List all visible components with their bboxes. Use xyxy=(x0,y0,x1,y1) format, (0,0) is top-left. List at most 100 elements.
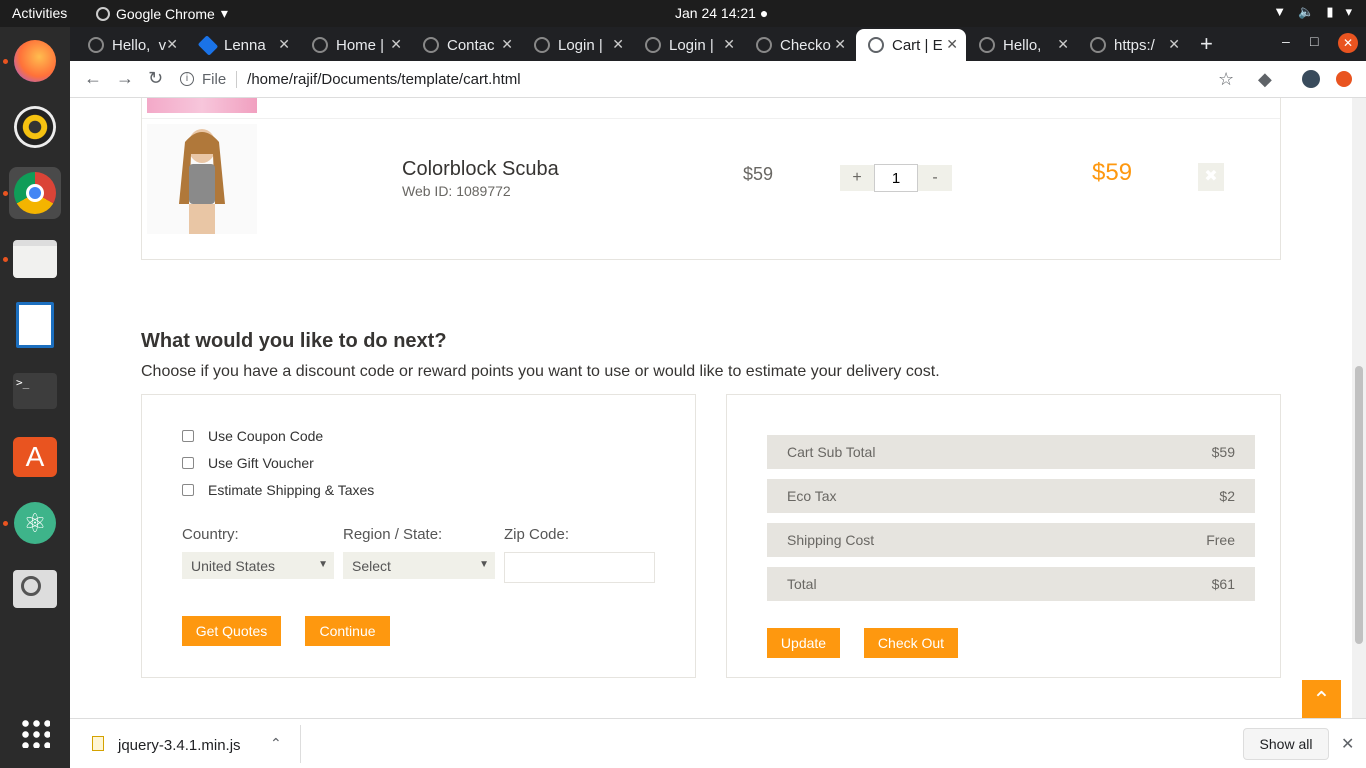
country-label: Country: xyxy=(182,526,239,543)
delete-item-button[interactable]: ✖ xyxy=(1198,163,1224,191)
terminal-launcher[interactable]: >_ xyxy=(9,365,61,417)
quantity-input[interactable] xyxy=(874,164,918,192)
close-icon[interactable]: ✕ xyxy=(1341,734,1354,754)
download-item[interactable]: jquery-3.4.1.min.js xyxy=(118,737,241,754)
extension-icon[interactable]: ◆ xyxy=(1258,69,1272,90)
reload-icon[interactable]: ↻ xyxy=(148,68,163,89)
forward-arrow-icon[interactable]: → xyxy=(116,68,134,89)
tab[interactable]: Hello, ✕ xyxy=(967,29,1077,61)
firefox-launcher[interactable] xyxy=(9,35,61,87)
atom-launcher[interactable]: ⚛ xyxy=(9,497,61,549)
running-indicator xyxy=(3,191,8,196)
quantity-decrease-button[interactable]: - xyxy=(918,165,952,191)
summary-label: Eco Tax xyxy=(787,488,837,504)
tab-label: Hello, v xyxy=(112,36,167,54)
option-label: Estimate Shipping & Taxes xyxy=(208,482,375,498)
get-quotes-button[interactable]: Get Quotes xyxy=(182,616,281,646)
chrome-launcher[interactable] xyxy=(9,167,61,219)
search-app-launcher[interactable] xyxy=(9,563,61,615)
update-icon[interactable] xyxy=(1336,71,1352,87)
close-icon[interactable]: ✕ xyxy=(723,36,735,53)
address-bar[interactable]: i File /home/rajif/Documents/template/ca… xyxy=(180,64,1270,94)
terminal-icon: >_ xyxy=(13,373,57,409)
zip-label: Zip Code: xyxy=(504,526,570,543)
page-scrollbar[interactable] xyxy=(1352,98,1366,718)
bookmark-star-icon[interactable]: ☆ xyxy=(1218,69,1234,90)
summary-label: Cart Sub Total xyxy=(787,444,876,460)
product-name[interactable]: Colorblock Scuba xyxy=(402,158,559,181)
page-viewport: Colorblock Scuba Web ID: 1089772 $59 + -… xyxy=(70,98,1352,718)
close-icon[interactable]: ✕ xyxy=(278,36,290,53)
close-icon[interactable]: ✕ xyxy=(834,36,846,53)
show-all-button[interactable]: Show all xyxy=(1243,728,1329,760)
maximize-icon[interactable]: □ xyxy=(1310,33,1318,49)
gift-voucher-checkbox[interactable] xyxy=(182,457,194,469)
region-select[interactable]: Select ▼ xyxy=(343,552,495,579)
update-button[interactable]: Update xyxy=(767,628,840,658)
tab[interactable]: Lenna ✕ xyxy=(188,29,298,61)
tab-active[interactable]: Cart | E ✕ xyxy=(856,29,966,61)
close-icon[interactable]: ✕ xyxy=(612,36,624,53)
tab-label: Checko xyxy=(780,36,831,54)
shipping-estimate-option[interactable]: Estimate Shipping & Taxes xyxy=(182,482,374,498)
discount-shipping-panel: Use Coupon Code Use Gift Voucher Estimat… xyxy=(141,394,696,678)
gift-voucher-option[interactable]: Use Gift Voucher xyxy=(182,455,314,471)
system-top-bar: Activities Google Chrome ▾ Jan 24 14:21 … xyxy=(0,0,1366,27)
writer-launcher[interactable] xyxy=(9,299,61,351)
show-applications-button[interactable] xyxy=(9,707,61,759)
divider xyxy=(300,725,301,763)
wifi-icon: ▼ xyxy=(1273,4,1287,19)
back-to-top-button[interactable]: ⌃ xyxy=(1302,680,1341,718)
tab[interactable]: https:/ ✕ xyxy=(1078,29,1188,61)
speaker-icon xyxy=(14,106,56,148)
close-window-button[interactable]: ✕ xyxy=(1338,33,1358,53)
tab[interactable]: Checko ✕ xyxy=(744,29,854,61)
lenna-icon xyxy=(197,34,219,56)
clock[interactable]: Jan 24 14:21 ● xyxy=(675,5,768,21)
system-tray[interactable]: ▼ 🔈 ▮ ▾ xyxy=(1273,4,1352,20)
close-icon[interactable]: ✕ xyxy=(946,36,958,53)
new-tab-button[interactable]: + xyxy=(1200,31,1213,57)
info-icon[interactable]: i xyxy=(180,72,194,86)
activities-button[interactable]: Activities xyxy=(12,5,67,21)
dock: >_ A ⚛ xyxy=(0,27,70,768)
url-text[interactable]: /home/rajif/Documents/template/cart.html xyxy=(247,71,520,88)
tab[interactable]: Hello, v ✕ xyxy=(76,29,186,61)
rhythmbox-launcher[interactable] xyxy=(9,101,61,153)
files-launcher[interactable] xyxy=(9,233,61,285)
tab-label: Lenna xyxy=(224,36,266,54)
close-icon[interactable]: ✕ xyxy=(390,36,402,53)
tab[interactable]: Login | ✕ xyxy=(522,29,632,61)
checkout-button[interactable]: Check Out xyxy=(864,628,958,658)
running-indicator xyxy=(3,59,8,64)
summary-label: Shipping Cost xyxy=(787,532,875,548)
cart-summary-panel: Cart Sub Total $59 Eco Tax $2 Shipping C… xyxy=(726,394,1281,678)
url-scheme: File xyxy=(202,70,238,88)
close-icon[interactable]: ✕ xyxy=(1057,36,1069,53)
continue-button[interactable]: Continue xyxy=(305,616,390,646)
option-label: Use Coupon Code xyxy=(208,428,324,444)
software-launcher[interactable]: A xyxy=(9,431,61,483)
close-icon[interactable]: ✕ xyxy=(501,36,513,53)
back-arrow-icon[interactable]: ← xyxy=(84,68,102,89)
coupon-option[interactable]: Use Coupon Code xyxy=(182,428,323,444)
country-select[interactable]: United States ▼ xyxy=(182,552,334,579)
previous-product-image xyxy=(147,98,257,113)
tab[interactable]: Login | ✕ xyxy=(633,29,743,61)
country-value: United States xyxy=(191,558,276,574)
quantity-increase-button[interactable]: + xyxy=(840,165,874,191)
coupon-checkbox[interactable] xyxy=(182,430,194,442)
tab[interactable]: Contac ✕ xyxy=(411,29,521,61)
region-label: Region / State: xyxy=(343,526,443,543)
chevron-up-icon[interactable]: ⌃ xyxy=(270,735,282,752)
shipping-estimate-checkbox[interactable] xyxy=(182,484,194,496)
avatar[interactable] xyxy=(1302,70,1320,88)
app-menu[interactable]: Google Chrome ▾ xyxy=(96,5,228,22)
tab[interactable]: Home | ✕ xyxy=(300,29,410,61)
close-icon[interactable]: ✕ xyxy=(166,36,178,53)
product-image xyxy=(147,124,257,234)
zip-code-input[interactable] xyxy=(504,552,655,583)
minimize-icon[interactable]: – xyxy=(1282,33,1290,49)
close-icon[interactable]: ✕ xyxy=(1168,36,1180,53)
scrollbar-thumb[interactable] xyxy=(1355,366,1363,644)
